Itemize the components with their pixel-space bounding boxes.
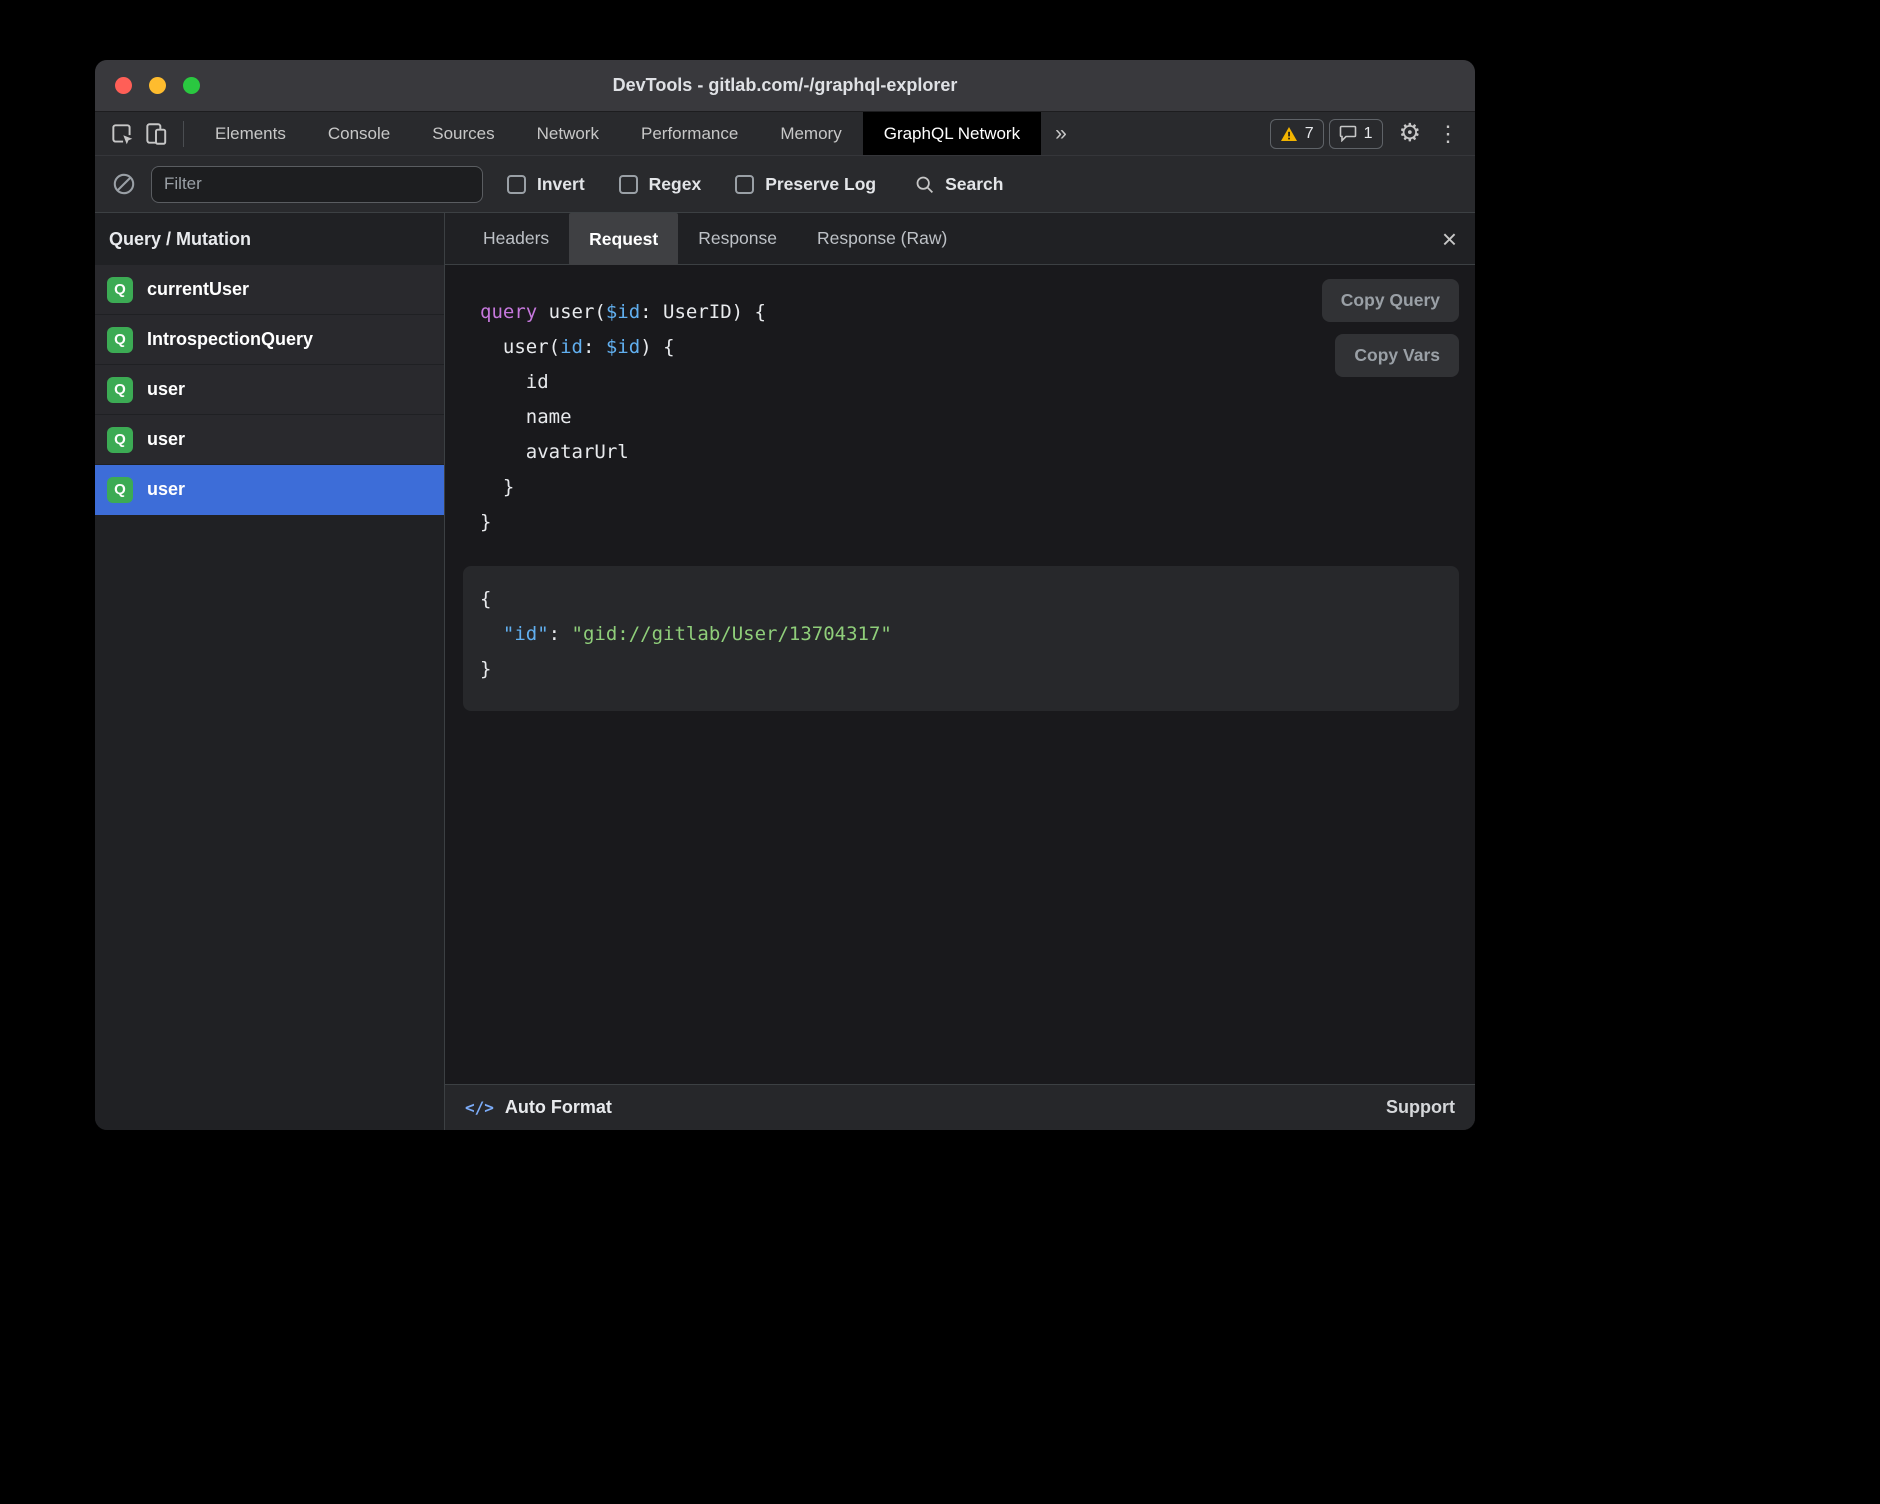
query-name: user bbox=[147, 429, 185, 450]
query-name: currentUser bbox=[147, 279, 249, 300]
detail-panel: HeadersRequestResponseResponse (Raw) × C… bbox=[445, 213, 1475, 1130]
close-panel-icon[interactable]: × bbox=[1442, 226, 1457, 252]
preserve-log-checkbox-box[interactable] bbox=[735, 175, 754, 194]
search-icon bbox=[914, 174, 935, 195]
invert-checkbox-box[interactable] bbox=[507, 175, 526, 194]
preserve-log-checkbox-label: Preserve Log bbox=[765, 174, 876, 195]
detail-footer: </> Auto Format Support bbox=[445, 1084, 1475, 1130]
query-name: IntrospectionQuery bbox=[147, 329, 313, 350]
query-list-item[interactable]: QcurrentUser bbox=[95, 265, 444, 315]
regex-checkbox-box[interactable] bbox=[619, 175, 638, 194]
query-list-item[interactable]: Q IntrospectionQuery bbox=[95, 315, 444, 365]
detail-tab-bar: HeadersRequestResponseResponse (Raw) × bbox=[445, 213, 1475, 265]
query-list-item[interactable]: Quser bbox=[95, 365, 444, 415]
message-bubble-icon bbox=[1339, 125, 1357, 142]
titlebar: DevTools - gitlab.com/-/graphql-explorer bbox=[95, 60, 1475, 112]
toolbar-divider bbox=[183, 121, 184, 147]
warning-triangle-icon bbox=[1280, 126, 1298, 142]
query-list: QcurrentUserQIntrospectionQueryQuserQuse… bbox=[95, 265, 444, 515]
sidebar-header: Query / Mutation bbox=[95, 213, 444, 265]
detail-tab-headers[interactable]: Headers bbox=[463, 213, 569, 264]
regex-checkbox[interactable]: Regex bbox=[619, 174, 702, 195]
clear-requests-icon[interactable] bbox=[109, 169, 139, 199]
close-window-button[interactable] bbox=[115, 77, 132, 94]
invert-checkbox[interactable]: Invert bbox=[507, 174, 585, 195]
filter-checkboxes: Invert Regex Preserve Log bbox=[507, 174, 876, 195]
query-name: user bbox=[147, 479, 185, 500]
issues-badge[interactable]: 1 bbox=[1329, 119, 1383, 149]
traffic-lights bbox=[115, 60, 200, 111]
main-toolbar: ElementsConsoleSourcesNetworkPerformance… bbox=[95, 112, 1475, 156]
detail-tab-response-raw[interactable]: Response (Raw) bbox=[797, 213, 967, 264]
query-type-badge: Q bbox=[107, 327, 133, 353]
warnings-badge[interactable]: 7 bbox=[1270, 119, 1324, 149]
more-tabs-button[interactable]: » bbox=[1041, 122, 1081, 146]
copy-query-button[interactable]: Copy Query bbox=[1322, 279, 1459, 322]
inspect-element-icon[interactable] bbox=[105, 119, 139, 149]
query-list-item[interactable]: Quser bbox=[95, 415, 444, 465]
minimize-window-button[interactable] bbox=[149, 77, 166, 94]
invert-checkbox-label: Invert bbox=[537, 174, 585, 195]
toolbar-right: 7 1 ⚙ ⋮ bbox=[1270, 119, 1475, 149]
issues-count: 1 bbox=[1364, 125, 1373, 143]
main-area: Query / Mutation QcurrentUserQIntrospect… bbox=[95, 213, 1475, 1130]
filter-bar: Invert Regex Preserve Log Search bbox=[95, 156, 1475, 213]
tab-elements[interactable]: Elements bbox=[194, 112, 307, 155]
query-type-badge: Q bbox=[107, 377, 133, 403]
detail-tab-response[interactable]: Response bbox=[678, 213, 797, 264]
zoom-window-button[interactable] bbox=[183, 77, 200, 94]
query-type-badge: Q bbox=[107, 277, 133, 303]
detail-tab-request[interactable]: Request bbox=[569, 213, 678, 265]
search-label: Search bbox=[945, 174, 1003, 195]
tab-console[interactable]: Console bbox=[307, 112, 411, 155]
query-type-badge: Q bbox=[107, 477, 133, 503]
warning-count: 7 bbox=[1305, 125, 1314, 143]
query-sidebar: Query / Mutation QcurrentUserQIntrospect… bbox=[95, 213, 445, 1130]
auto-format-label[interactable]: Auto Format bbox=[505, 1097, 612, 1118]
devtools-window: DevTools - gitlab.com/-/graphql-explorer… bbox=[95, 60, 1475, 1130]
status-badges: 7 1 bbox=[1270, 119, 1383, 149]
kebab-menu-icon[interactable]: ⋮ bbox=[1437, 123, 1459, 145]
request-content: Copy Query Copy Vars query user($id: Use… bbox=[445, 265, 1475, 1084]
query-list-item[interactable]: Quser bbox=[95, 465, 444, 515]
tab-performance[interactable]: Performance bbox=[620, 112, 759, 155]
settings-gear-icon[interactable]: ⚙ bbox=[1399, 121, 1421, 146]
tab-network[interactable]: Network bbox=[516, 112, 620, 155]
copy-buttons: Copy Query Copy Vars bbox=[1322, 279, 1459, 377]
preserve-log-checkbox[interactable]: Preserve Log bbox=[735, 174, 876, 195]
query-name: user bbox=[147, 379, 185, 400]
device-toolbar-icon[interactable] bbox=[139, 119, 173, 149]
code-format-icon[interactable]: </> bbox=[465, 1098, 494, 1117]
window-title: DevTools - gitlab.com/-/graphql-explorer bbox=[613, 75, 958, 96]
panel-tabs: ElementsConsoleSourcesNetworkPerformance… bbox=[194, 112, 1041, 155]
tab-memory[interactable]: Memory bbox=[759, 112, 862, 155]
detail-tabs: HeadersRequestResponseResponse (Raw) bbox=[463, 213, 967, 264]
tab-graphql-network[interactable]: GraphQL Network bbox=[863, 112, 1041, 155]
copy-vars-button[interactable]: Copy Vars bbox=[1335, 334, 1459, 377]
query-type-badge: Q bbox=[107, 427, 133, 453]
regex-checkbox-label: Regex bbox=[649, 174, 702, 195]
filter-input[interactable] bbox=[151, 166, 483, 203]
graphql-variables-code: { "id": "gid://gitlab/User/13704317" } bbox=[463, 566, 1459, 711]
tab-sources[interactable]: Sources bbox=[411, 112, 515, 155]
search-button[interactable]: Search bbox=[914, 174, 1003, 195]
support-link[interactable]: Support bbox=[1386, 1097, 1455, 1118]
